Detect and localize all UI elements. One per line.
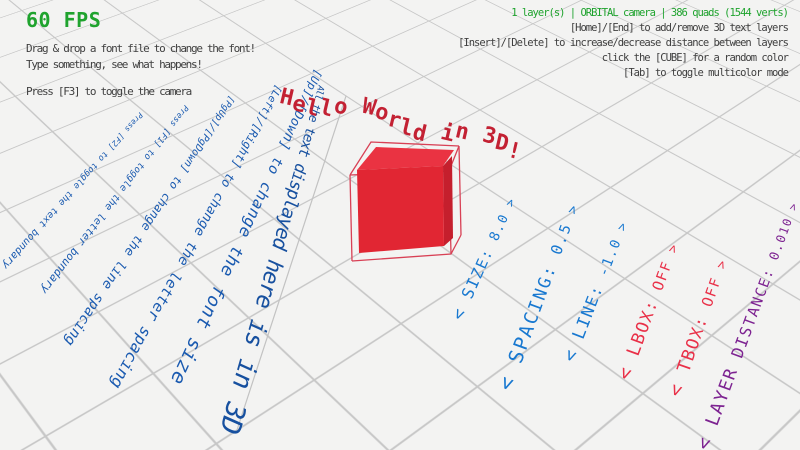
hint-toggle-camera: Press [F3] to toggle the camera [26,84,255,100]
hud-right: 1 layer(s) | ORBITAL camera | 386 quads … [458,6,788,81]
hud-left: 60 FPS Drag & drop a font file to change… [26,8,255,100]
hud-spacer [26,73,255,84]
hint-cube-color: click the [CUBE] for a random color [458,51,788,66]
hint-multicolor-mode: [Tab] to toggle multicolor mode [458,66,788,81]
cube-front-face [357,166,444,253]
hint-drag-drop: Drag & drop a font file to change the fo… [26,41,255,57]
fps-counter: 60 FPS [26,8,255,32]
hint-add-remove-layers: [Home]/[End] to add/remove 3D text layer… [458,21,788,36]
cube-graphic [338,132,473,267]
cube-right-face [443,156,453,246]
app-window: Hello World in 3D! All the text displaye… [0,0,800,450]
status-bar: 1 layer(s) | ORBITAL camera | 386 quads … [458,6,788,21]
hint-layer-distance: [Insert]/[Delete] to increase/decrease d… [458,36,788,51]
cube[interactable] [338,132,473,267]
hint-type-something: Type something, see what happens! [26,57,255,73]
